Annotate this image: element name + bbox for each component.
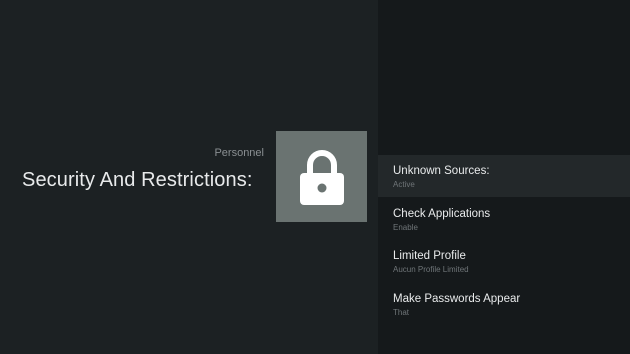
setting-value: That [393, 308, 410, 317]
setting-unknown-sources[interactable]: Unknown Sources: Active [378, 155, 630, 197]
setting-value: Enable [393, 223, 418, 232]
security-icon-tile [276, 131, 367, 222]
lock-icon [299, 149, 344, 205]
setting-title: Check Applications [393, 208, 491, 220]
setting-value: Active [393, 180, 415, 189]
setting-title: Make Passwords Appear [393, 293, 521, 305]
breadcrumb-category: Personnel [214, 147, 264, 159]
setting-value: Aucun Profile Limited [393, 265, 469, 274]
setting-make-passwords-appear[interactable]: Make Passwords Appear That [378, 283, 630, 325]
setting-limited-profile[interactable]: Limited Profile Aucun Profile Limited [378, 240, 630, 282]
setting-title: Limited Profile [393, 250, 466, 262]
page-title: Security And Restrictions: [22, 169, 253, 191]
setting-title: Unknown Sources: [393, 165, 490, 177]
setting-check-applications[interactable]: Check Applications Enable [378, 198, 630, 240]
